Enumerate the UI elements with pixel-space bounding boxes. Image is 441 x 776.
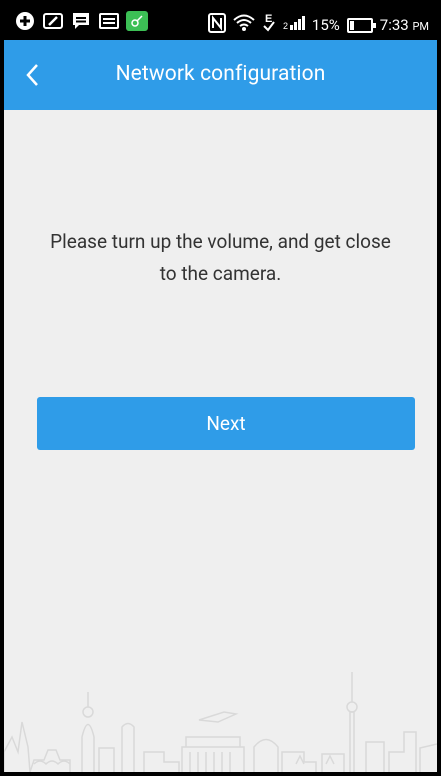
system-indicators: E 2 15% 7:33 PM (207, 12, 429, 38)
clock-time: 7:33 (379, 16, 409, 34)
nfc-icon (207, 13, 226, 37)
battery-percent: 15% (311, 16, 340, 34)
instruction-text: Please turn up the volume, and get close… (50, 230, 391, 285)
app-screen: E 2 15% 7:33 PM Network configuration Pl… (4, 4, 437, 772)
page-title: Network configuration (115, 62, 326, 86)
battery-icon (346, 17, 376, 33)
add-icon (14, 11, 36, 31)
svg-text:2: 2 (283, 21, 288, 31)
clock: 7:33 PM (380, 16, 429, 34)
svg-text:E: E (265, 13, 272, 25)
city-skyline-illustration (4, 672, 437, 772)
clock-suffix: PM (412, 20, 429, 33)
edit-icon (42, 11, 64, 31)
signal-icon: 2 (283, 15, 305, 35)
message-icon (70, 11, 92, 31)
app-icon (126, 11, 148, 31)
wifi-icon (233, 13, 255, 37)
next-button[interactable]: Next (37, 397, 415, 450)
app-bar: Network configuration (4, 40, 437, 110)
notification-icons (14, 11, 148, 31)
status-bar: E 2 15% 7:33 PM (4, 4, 437, 40)
keyboard-icon (98, 11, 120, 31)
data-icon: E (262, 12, 276, 38)
